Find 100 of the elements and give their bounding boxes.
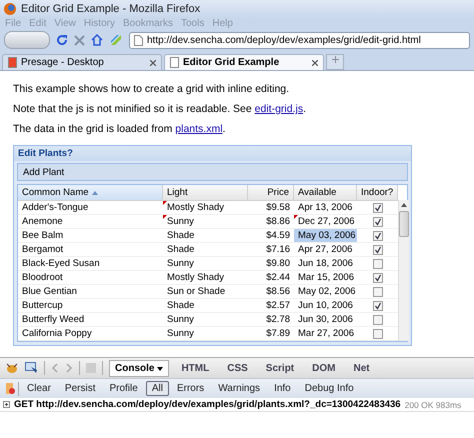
firebug-tab[interactable]: Script <box>260 360 300 376</box>
console-filter-button[interactable]: Errors <box>170 381 210 396</box>
table-cell-text: $8.56 <box>265 285 291 298</box>
browser-logo-icon <box>4 3 16 15</box>
link[interactable]: plants.xml <box>175 123 223 135</box>
column-header[interactable]: Common Name <box>18 185 163 200</box>
table-cell-text: Sunny <box>166 313 195 326</box>
table-cell-text: Adder's-Tongue <box>21 201 90 214</box>
firebug-tab[interactable]: CSS <box>221 360 254 376</box>
table-cell-text: California Poppy <box>21 327 93 340</box>
table-cell-text: $4.59 <box>265 229 291 242</box>
scroll-up-arrow-icon[interactable] <box>401 203 408 207</box>
page-icon <box>134 34 143 46</box>
table-cell-text: Jun 30, 2006 <box>297 313 354 326</box>
inspect-icon[interactable] <box>25 362 38 374</box>
checkbox[interactable] <box>372 272 383 282</box>
address-bar[interactable]: http://dev.sencha.com/deploy/dev/examples/grid/edit-grid.html <box>129 32 470 48</box>
back-forward-buttons[interactable] <box>4 31 50 49</box>
checkbox[interactable] <box>372 328 383 338</box>
panel-title: Edit Plants? <box>14 146 411 161</box>
table-cell: Mostly Shady <box>163 201 248 214</box>
table-cell-text: $2.57 <box>265 299 291 312</box>
table-cell: May 03, 2006 <box>294 229 357 242</box>
column-header[interactable]: Price <box>248 185 294 200</box>
bookmark-icon[interactable] <box>109 33 123 47</box>
table-cell-text: $9.80 <box>265 257 291 270</box>
paragraph: This example shows how to create a grid with inline editing. <box>13 83 290 95</box>
console-filter-button[interactable]: Persist <box>58 381 102 396</box>
new-tab-button[interactable] <box>326 54 344 70</box>
checkbox[interactable] <box>372 244 383 254</box>
firebug-tab[interactable]: HTML <box>175 360 216 376</box>
checkbox[interactable] <box>372 230 383 240</box>
paragraph: The data in the grid is loaded from plants.xml. <box>13 123 226 135</box>
table-cell: Dec 27, 2006 <box>294 215 357 228</box>
table-cell-text: $2.44 <box>265 271 291 284</box>
table-cell-text: Sunny <box>166 257 195 270</box>
table-cell-text: $8.86 <box>265 215 291 228</box>
column-header[interactable]: Indoor? <box>357 185 398 200</box>
table-cell-text: Butterfly Weed <box>21 313 86 326</box>
table-cell-text: Sun or Shade <box>166 285 226 298</box>
table-cell-text: Apr 27, 2006 <box>297 243 354 256</box>
paragraph: Note that the js is not minified so it is readable. See edit-grid.js. <box>13 103 307 115</box>
table-cell-text: Mar 27, 2006 <box>297 327 355 340</box>
checkbox[interactable] <box>372 300 383 310</box>
table-cell-text: Mostly Shady <box>166 271 226 284</box>
stop-icon[interactable] <box>74 34 85 46</box>
scrollbar[interactable] <box>398 200 410 341</box>
plus-icon <box>332 56 338 63</box>
table-cell-text: Bee Balm <box>21 229 64 242</box>
firebug-tab[interactable]: DOM <box>306 360 342 376</box>
table-cell-text: Shade <box>166 243 196 256</box>
table-cell-text: $7.89 <box>265 327 291 340</box>
table-cell-text: Shade <box>166 299 196 312</box>
favicon-icon <box>170 57 179 68</box>
table-cell-text: Anemone <box>21 215 64 228</box>
bug-icon[interactable] <box>5 362 19 374</box>
browser-tab[interactable]: Presage - Desktop <box>2 54 162 70</box>
console-filter-button[interactable]: Info <box>268 381 297 396</box>
link[interactable]: edit-grid.js <box>254 103 304 115</box>
column-header[interactable]: Available <box>294 185 357 200</box>
browser-tab[interactable]: Editor Grid Example <box>164 54 324 70</box>
console-filter-button[interactable]: Debug Info <box>298 381 360 396</box>
table-cell-text: Jun 18, 2006 <box>297 257 354 270</box>
table-cell-text: Blue Gentian <box>21 285 78 298</box>
add-plant-button[interactable]: Add Plant <box>18 166 70 178</box>
sort-arrow-icon <box>92 190 98 194</box>
dropdown-arrow-icon[interactable] <box>157 366 164 370</box>
checkbox[interactable] <box>372 258 383 268</box>
table-cell-text: $9.58 <box>265 201 291 214</box>
table-cell-text: Black-Eyed Susan <box>21 257 101 270</box>
checkbox[interactable] <box>372 286 383 296</box>
expand-icon[interactable] <box>3 401 10 408</box>
console-filter-button[interactable]: All <box>146 381 169 396</box>
scrollbar-thumb[interactable] <box>399 211 410 237</box>
console-filter-button[interactable]: Clear <box>21 381 57 396</box>
console-filter-button[interactable]: Warnings <box>212 381 266 396</box>
favicon-icon <box>8 57 17 68</box>
reload-icon[interactable] <box>56 34 68 46</box>
table-cell-text: Mar 15, 2006 <box>297 271 355 284</box>
home-icon[interactable] <box>91 34 103 46</box>
firebug-tab[interactable]: Console <box>109 360 170 376</box>
close-icon[interactable] <box>312 60 318 66</box>
clear-console-icon[interactable] <box>5 382 16 395</box>
checkbox[interactable] <box>372 216 383 226</box>
table-cell-text: Shade <box>166 229 196 242</box>
console-filter-button[interactable]: Profile <box>103 381 144 396</box>
column-header[interactable]: Light <box>163 185 248 200</box>
window-title: Editor Grid Example - Mozilla Firefox <box>21 3 200 15</box>
table-cell-text: Buttercup <box>21 299 64 312</box>
firebug-tab[interactable]: Net <box>347 360 376 376</box>
table-cell-text: $2.78 <box>265 313 291 326</box>
table-cell-text: Apr 13, 2006 <box>297 201 354 214</box>
table-cell-text: Bergamot <box>21 243 64 256</box>
close-icon[interactable] <box>150 60 156 66</box>
table-cell-text: Jun 10, 2006 <box>297 299 354 312</box>
log-request: GET http://dev.sencha.com/deploy/dev/examples/grid/plants.xml?_dc=1300422483436 <box>14 399 401 410</box>
table-cell-text: Sunny <box>166 327 195 340</box>
table-cell-text: Bloodroot <box>21 271 64 284</box>
checkbox[interactable] <box>372 202 383 212</box>
checkbox[interactable] <box>372 314 383 324</box>
